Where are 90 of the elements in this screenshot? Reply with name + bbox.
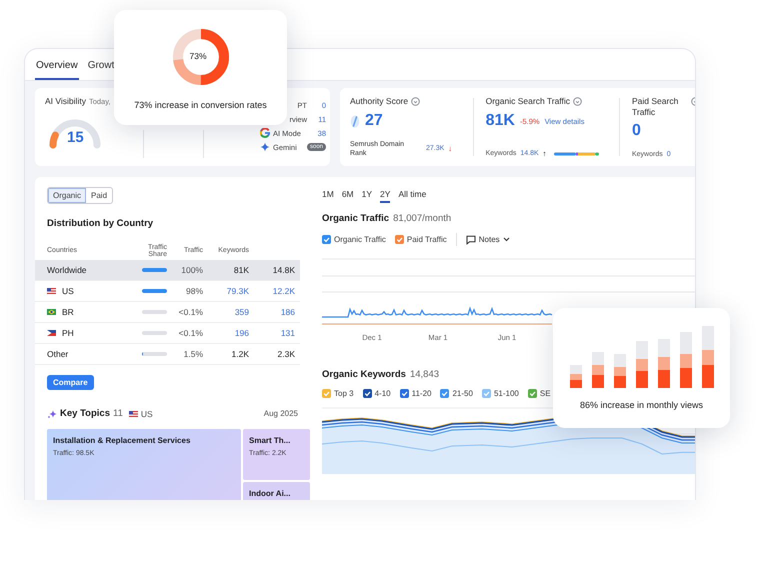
share-value: <0.1% (178, 307, 203, 317)
section-title: Key Topics (60, 408, 110, 419)
legend-label: 11-20 (412, 389, 432, 398)
checkbox[interactable] (482, 389, 491, 398)
legend-label: 51-100 (494, 389, 519, 398)
google-icon (260, 128, 270, 138)
chart-title: Organic Traffic (322, 213, 390, 224)
country-label: US (140, 408, 153, 418)
paid-traffic-value: 0 (632, 122, 641, 140)
keywords-value: 12.2K (272, 286, 295, 296)
notes-button[interactable]: Notes (466, 234, 510, 244)
legend-label: Organic Traffic (334, 235, 386, 244)
traffic-value: 1.2K (230, 349, 249, 359)
us-flag-icon (47, 288, 56, 294)
share-value: 100% (180, 265, 203, 275)
checkbox[interactable] (528, 389, 537, 398)
legend-label: 21-50 (452, 389, 473, 398)
score-badge-icon (350, 114, 360, 128)
country-name: US (62, 286, 74, 296)
table-row[interactable]: US 98% 79.3K 12.2K (35, 281, 300, 302)
keywords-value: 131 (280, 328, 295, 338)
period-tab[interactable]: 1M (322, 189, 334, 203)
country-name: PH (62, 328, 74, 338)
tab[interactable]: Overview (35, 52, 79, 80)
keywords-value: 186 (280, 307, 295, 317)
checkbox[interactable] (400, 389, 409, 398)
comment-icon (466, 234, 476, 244)
card-title: AI Visibility (45, 96, 86, 106)
toggle-option[interactable]: Organic (48, 188, 86, 203)
promo-caption: 86% increase in monthly views (580, 400, 704, 410)
legend-label: Top 3 (334, 389, 354, 398)
card-title: Authority Score (350, 96, 408, 106)
checkbox[interactable] (322, 235, 331, 244)
period-tab[interactable]: All time (398, 189, 426, 203)
philippines-flag-icon (47, 330, 56, 336)
card-title: Organic Search Traffic (486, 96, 570, 106)
keyword-distribution-bar (554, 152, 600, 156)
legend-label: 4-10 (374, 389, 391, 398)
traffic-value: 79.3K (226, 286, 249, 296)
table-row[interactable]: Other 1.5% 1.2K 2.3K (35, 344, 300, 365)
topic-name: Indoor Ai... (249, 489, 292, 498)
legend-label: SE (540, 389, 551, 398)
table-row[interactable]: Worldwide 100% 81K 14.8K (35, 260, 300, 281)
traffic-value: 196 (234, 328, 249, 338)
sparkle-icon (260, 142, 270, 152)
chart-title: Organic Keywords (322, 369, 406, 380)
sparkle-icon (47, 408, 57, 418)
traffic-value: 81K (486, 112, 515, 130)
table-row[interactable]: PH <0.1% 196 131 (35, 323, 300, 344)
compare-button[interactable]: Compare (47, 375, 94, 390)
score-value: 15 (67, 129, 84, 146)
checkbox[interactable] (440, 389, 450, 398)
period-tab[interactable]: 2Y (380, 189, 390, 203)
country-name: BR (62, 307, 74, 317)
toggle-option[interactable]: Paid (86, 188, 112, 203)
gauge-drawing (48, 118, 102, 149)
section-title: Distribution by Country (47, 218, 154, 229)
country-name: Other (47, 349, 68, 359)
tab[interactable]: Growt (86, 52, 116, 80)
keywords-value: 14.8K (272, 265, 295, 275)
chart-value: 14,843 (410, 369, 440, 380)
traffic-value: 81K (232, 265, 249, 275)
checkbox[interactable] (394, 235, 404, 244)
authority-score: 27 (365, 112, 383, 130)
topic-count: 11 (112, 408, 123, 419)
date-label: Aug 2025 (264, 409, 299, 418)
table-row[interactable]: BR <0.1% 359 186 (35, 302, 300, 323)
share-value: 98% (184, 286, 203, 296)
country-name: Worldwide (47, 265, 87, 275)
topic-name: Smart Th... (249, 436, 292, 445)
topic-name: Installation & Replacement Services (53, 436, 192, 445)
checkbox[interactable] (322, 389, 331, 398)
period-tab[interactable]: 1Y (362, 189, 372, 203)
help-icon (411, 97, 420, 106)
traffic-value: 359 (234, 307, 249, 317)
legend-label: Paid Traffic (406, 235, 447, 244)
chevron-down-icon (502, 237, 510, 242)
topic-tile[interactable]: Indoor Ai... (243, 482, 310, 500)
us-flag-icon (128, 410, 138, 416)
share-value: <0.1% (178, 328, 203, 338)
help-icon (573, 97, 582, 106)
checkbox[interactable] (362, 389, 372, 398)
chart-value: 81,007/month (393, 213, 452, 224)
card-title: Paid Search Traffic (632, 96, 680, 118)
period-tab[interactable]: 6M (342, 189, 354, 203)
share-value: 1.5% (182, 349, 203, 359)
promo-caption: 73% increase in conversion rates (134, 100, 267, 110)
brazil-flag-icon (47, 309, 56, 315)
keywords-value: 2.3K (276, 349, 295, 359)
donut-value: 73% (190, 51, 207, 61)
